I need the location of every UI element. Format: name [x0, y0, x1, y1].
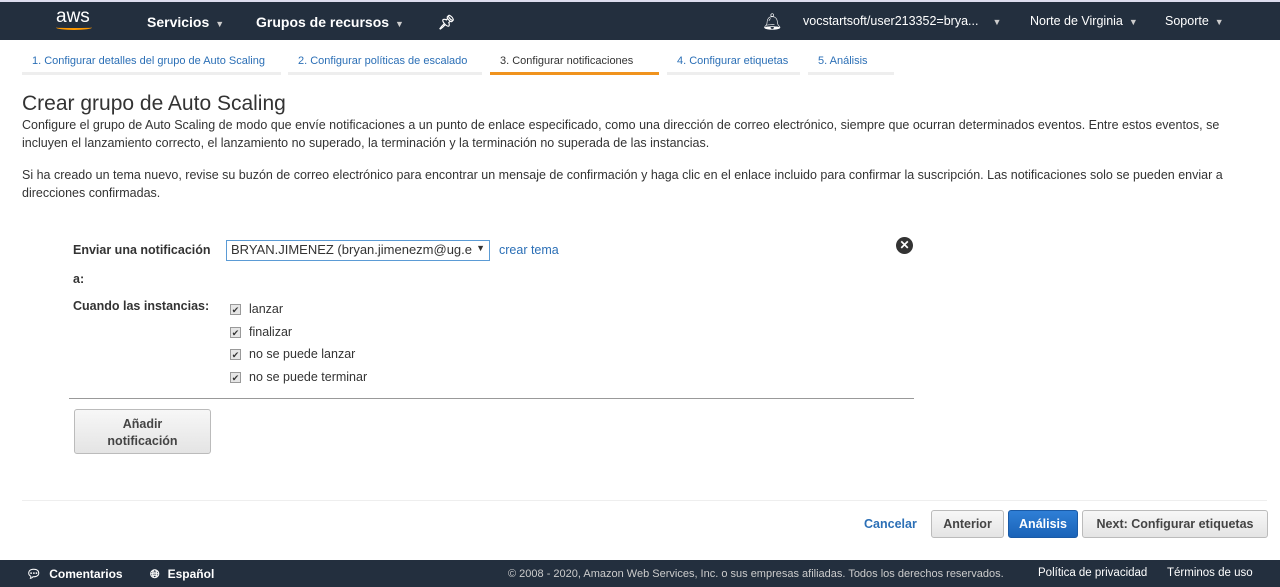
chevron-down-icon: ▼ — [1128, 17, 1138, 27]
step-1-tab[interactable]: 1. Configurar detalles del grupo de Auto… — [22, 55, 281, 75]
checkbox-checked-icon: ✔ — [230, 304, 241, 315]
event-terminate-error-checkbox[interactable]: ✔ no se puede terminar — [230, 370, 367, 384]
event-launch-error-checkbox[interactable]: ✔ no se puede lanzar — [230, 347, 355, 361]
pin-icon[interactable]: 📌︎ — [438, 14, 456, 31]
next-button[interactable]: Next: Configurar etiquetas — [1082, 510, 1268, 538]
support-menu[interactable]: Soporte ▼ — [1165, 14, 1224, 28]
feedback-label: Comentarios — [49, 567, 123, 581]
send-notification-label: Enviar una notificación — [73, 243, 211, 257]
step-3-tab[interactable]: 3. Configurar notificaciones — [490, 55, 659, 75]
checkbox-checked-icon: ✔ — [230, 349, 241, 360]
page-title: Crear grupo de Auto Scaling — [22, 92, 286, 115]
bell-icon[interactable]: 🔔︎ — [762, 12, 782, 32]
account-label: vocstartsoft/user213352=brya... — [803, 14, 979, 28]
chevron-down-icon: ▼ — [1214, 17, 1224, 27]
chevron-down-icon: ▼ — [992, 17, 1002, 27]
account-menu[interactable]: vocstartsoft/user213352=brya... ▼ — [803, 14, 1001, 28]
event-terminate-checkbox[interactable]: ✔ finalizar — [230, 325, 292, 339]
step-5-tab[interactable]: 5. Análisis — [808, 55, 894, 75]
topic-select[interactable]: BRYAN.JIMENEZ (bryan.jimenezm@ug.e ▼ — [226, 240, 490, 261]
privacy-link[interactable]: Política de privacidad — [1038, 567, 1147, 579]
checkbox-checked-icon: ✔ — [230, 372, 241, 383]
feedback-link[interactable]: 💬︎ Comentarios — [26, 567, 123, 581]
step-4-tab[interactable]: 4. Configurar etiquetas — [667, 55, 800, 75]
topic-select-value: BRYAN.JIMENEZ (bryan.jimenezm@ug.e — [231, 242, 473, 257]
step-2-tab[interactable]: 2. Configurar políticas de escalado — [288, 55, 482, 75]
confirmation-note: Si ha creado un tema nuevo, revise su bu… — [22, 168, 1223, 200]
when-instances-label: Cuando las instancias: — [73, 299, 210, 313]
chevron-down-icon: ▼ — [395, 19, 404, 29]
support-label: Soporte — [1165, 14, 1209, 28]
send-notification-label-cont: a: — [73, 272, 85, 286]
top-navigation-bar: aws Servicios ▼ Grupos de recursos ▼ 📌︎ 🔔︎… — [0, 0, 1280, 40]
region-label: Norte de Virginia — [1030, 14, 1123, 28]
aws-logo-text: aws — [56, 6, 90, 27]
divider — [69, 398, 914, 399]
resource-groups-menu[interactable]: Grupos de recursos ▼ — [256, 14, 404, 30]
comment-icon: 💬︎ — [26, 567, 42, 581]
add-notification-button[interactable]: Añadir notificación — [74, 409, 211, 454]
aws-logo[interactable]: aws — [56, 6, 92, 30]
add-notification-label: Añadir — [122, 417, 163, 431]
checkbox-checked-icon: ✔ — [230, 327, 241, 338]
previous-button[interactable]: Anterior — [931, 510, 1004, 538]
dropdown-arrow-icon: ▼ — [476, 243, 485, 253]
event-label: no se puede lanzar — [249, 347, 356, 361]
language-selector[interactable]: 🌐︎ Español — [150, 567, 214, 582]
event-label: lanzar — [249, 302, 284, 316]
copyright: © 2008 - 2020, Amazon Web Services, Inc.… — [508, 568, 1004, 580]
cancel-link[interactable]: Cancelar — [864, 517, 917, 531]
resource-groups-label: Grupos de recursos — [256, 14, 390, 30]
event-label: finalizar — [249, 325, 293, 339]
region-menu[interactable]: Norte de Virginia ▼ — [1030, 14, 1138, 28]
event-launch-checkbox[interactable]: ✔ lanzar — [230, 302, 283, 316]
language-label: Español — [167, 567, 215, 581]
services-menu[interactable]: Servicios ▼ — [147, 14, 224, 30]
globe-icon: 🌐︎ — [150, 567, 160, 581]
description: Configure el grupo de Auto Scaling de mo… — [22, 118, 1220, 150]
remove-notification-icon[interactable]: ✕ — [896, 237, 913, 254]
add-notification-label-2: notificación — [107, 434, 178, 448]
event-label: no se puede terminar — [249, 370, 368, 384]
divider — [22, 500, 1267, 501]
terms-link[interactable]: Términos de uso — [1167, 567, 1253, 579]
footer: 💬︎ Comentarios 🌐︎ Español © 2008 - 2020, A… — [0, 560, 1280, 587]
create-topic-link[interactable]: crear tema — [499, 243, 559, 257]
services-label: Servicios — [147, 14, 210, 30]
review-button[interactable]: Análisis — [1008, 510, 1078, 538]
chevron-down-icon: ▼ — [215, 19, 225, 29]
